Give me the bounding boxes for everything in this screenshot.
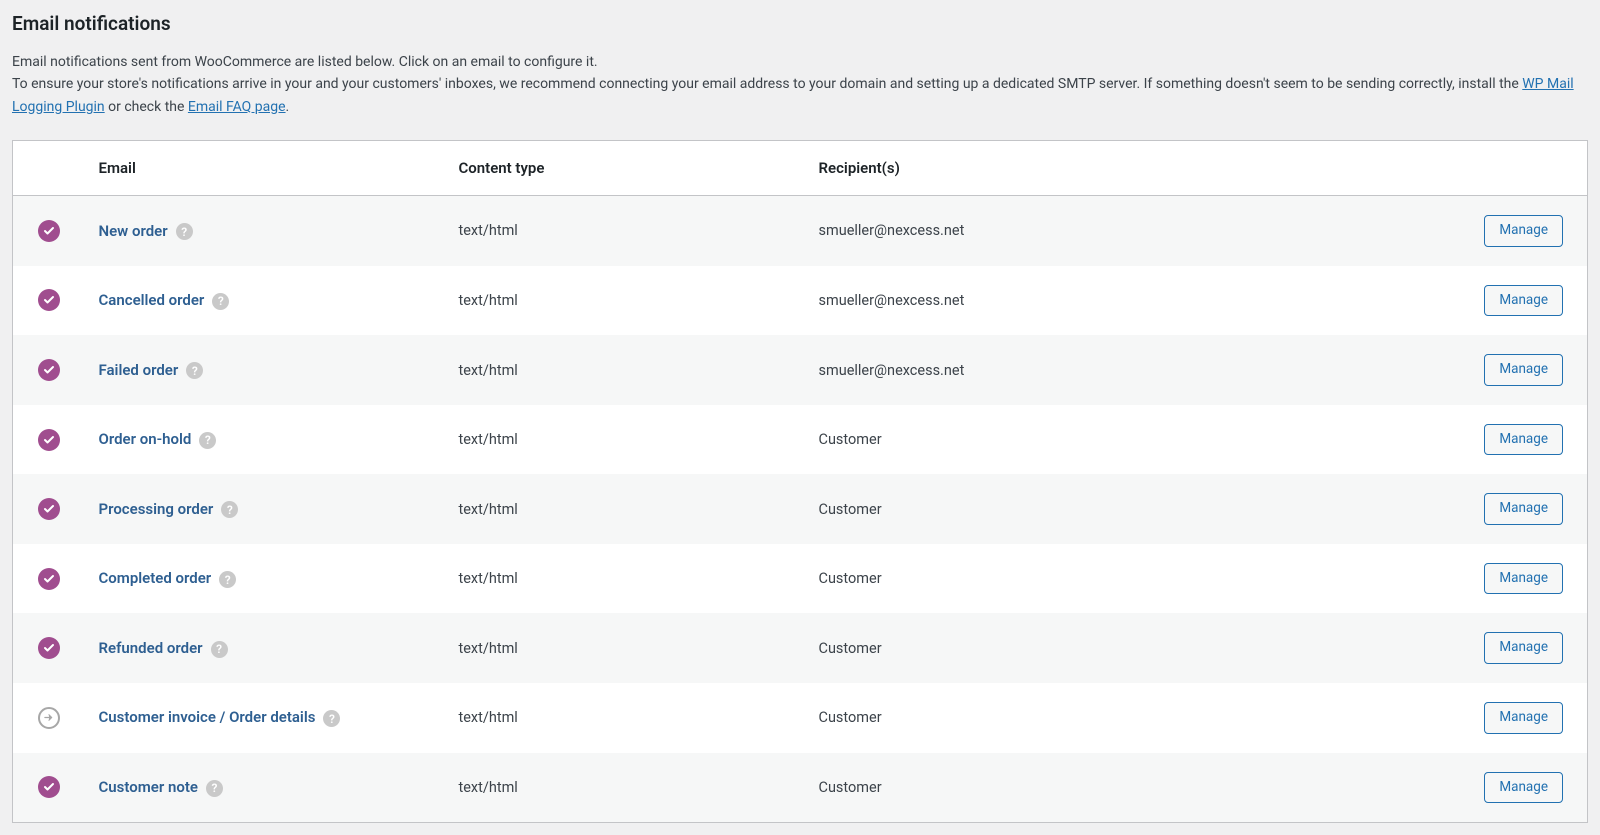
table-row: Customer invoice / Order details? text/ht… [13, 683, 1588, 753]
manage-button[interactable]: Manage [1484, 493, 1563, 525]
recipients-cell: Customer [805, 405, 1448, 475]
recipients-cell: smueller@nexcess.net [805, 196, 1448, 266]
help-tip-icon[interactable]: ? [221, 501, 238, 518]
table-row: Cancelled order? text/htmlsmueller@nexces… [13, 266, 1588, 336]
help-tip-icon[interactable]: ? [219, 571, 236, 588]
content-type-cell: text/html [445, 544, 805, 614]
page-title: Email notifications [12, 12, 1588, 35]
col-header-status [13, 141, 85, 196]
table-row: Refunded order? text/htmlCustomer Manage [13, 613, 1588, 683]
recipients-cell: smueller@nexcess.net [805, 335, 1448, 405]
content-type-cell: text/html [445, 474, 805, 544]
recipients-cell: Customer [805, 544, 1448, 614]
manage-button[interactable]: Manage [1484, 424, 1563, 456]
recipients-cell: Customer [805, 474, 1448, 544]
content-type-cell: text/html [445, 335, 805, 405]
manage-button[interactable]: Manage [1484, 772, 1563, 804]
help-tip-icon[interactable]: ? [323, 710, 340, 727]
status-enabled-icon [38, 568, 60, 590]
content-type-cell: text/html [445, 613, 805, 683]
intro-line2a: To ensure your store's notifications arr… [12, 76, 1522, 92]
col-header-recipients: Recipient(s) [805, 141, 1448, 196]
manage-button[interactable]: Manage [1484, 215, 1563, 247]
recipients-cell: Customer [805, 613, 1448, 683]
recipients-cell: Customer [805, 683, 1448, 753]
email-name-link[interactable]: Processing order [99, 500, 214, 518]
col-header-content-type: Content type [445, 141, 805, 196]
email-name-link[interactable]: Customer note [99, 778, 198, 796]
email-name-link[interactable]: New order [99, 222, 168, 240]
status-enabled-icon [38, 429, 60, 451]
status-enabled-icon [38, 776, 60, 798]
col-header-email: Email [85, 141, 445, 196]
table-row: Order on-hold? text/htmlCustomer Manage [13, 405, 1588, 475]
content-type-cell: text/html [445, 405, 805, 475]
table-row: Customer note? text/htmlCustomer Manage [13, 753, 1588, 823]
content-type-cell: text/html [445, 196, 805, 266]
email-name-link[interactable]: Failed order [99, 361, 179, 379]
email-name-link[interactable]: Order on-hold [99, 430, 192, 448]
help-tip-icon[interactable]: ? [206, 780, 223, 797]
status-enabled-icon [38, 637, 60, 659]
table-row: New order? text/htmlsmueller@nexcess.net M… [13, 196, 1588, 266]
col-header-actions [1448, 141, 1588, 196]
manage-button[interactable]: Manage [1484, 632, 1563, 664]
intro-line2b: or check the [105, 99, 188, 115]
help-tip-icon[interactable]: ? [199, 432, 216, 449]
manage-button[interactable]: Manage [1484, 702, 1563, 734]
email-name-link[interactable]: Refunded order [99, 639, 203, 657]
help-tip-icon[interactable]: ? [186, 362, 203, 379]
table-row: Completed order? text/htmlCustomer Manage [13, 544, 1588, 614]
table-row: Processing order? text/htmlCustomer Manage [13, 474, 1588, 544]
help-tip-icon[interactable]: ? [176, 223, 193, 240]
manage-button[interactable]: Manage [1484, 563, 1563, 595]
status-enabled-icon [38, 498, 60, 520]
manage-button[interactable]: Manage [1484, 354, 1563, 386]
recipients-cell: Customer [805, 753, 1448, 823]
email-name-link[interactable]: Customer invoice / Order details [99, 708, 316, 726]
email-name-link[interactable]: Completed order [99, 569, 212, 587]
email-name-link[interactable]: Cancelled order [99, 291, 205, 309]
intro-line2c: . [286, 99, 290, 115]
status-enabled-icon [38, 220, 60, 242]
recipients-cell: smueller@nexcess.net [805, 266, 1448, 336]
status-enabled-icon [38, 359, 60, 381]
content-type-cell: text/html [445, 753, 805, 823]
status-manual-icon [38, 707, 60, 729]
content-type-cell: text/html [445, 266, 805, 336]
intro-description: Email notifications sent from WooCommerc… [12, 51, 1588, 118]
help-tip-icon[interactable]: ? [211, 641, 228, 658]
email-faq-link[interactable]: Email FAQ page [188, 99, 286, 115]
table-row: Failed order? text/htmlsmueller@nexcess.n… [13, 335, 1588, 405]
manage-button[interactable]: Manage [1484, 285, 1563, 317]
intro-line1: Email notifications sent from WooCommerc… [12, 54, 598, 70]
help-tip-icon[interactable]: ? [212, 293, 229, 310]
email-notifications-table: Email Content type Recipient(s) New orde… [12, 140, 1588, 823]
status-enabled-icon [38, 289, 60, 311]
content-type-cell: text/html [445, 683, 805, 753]
